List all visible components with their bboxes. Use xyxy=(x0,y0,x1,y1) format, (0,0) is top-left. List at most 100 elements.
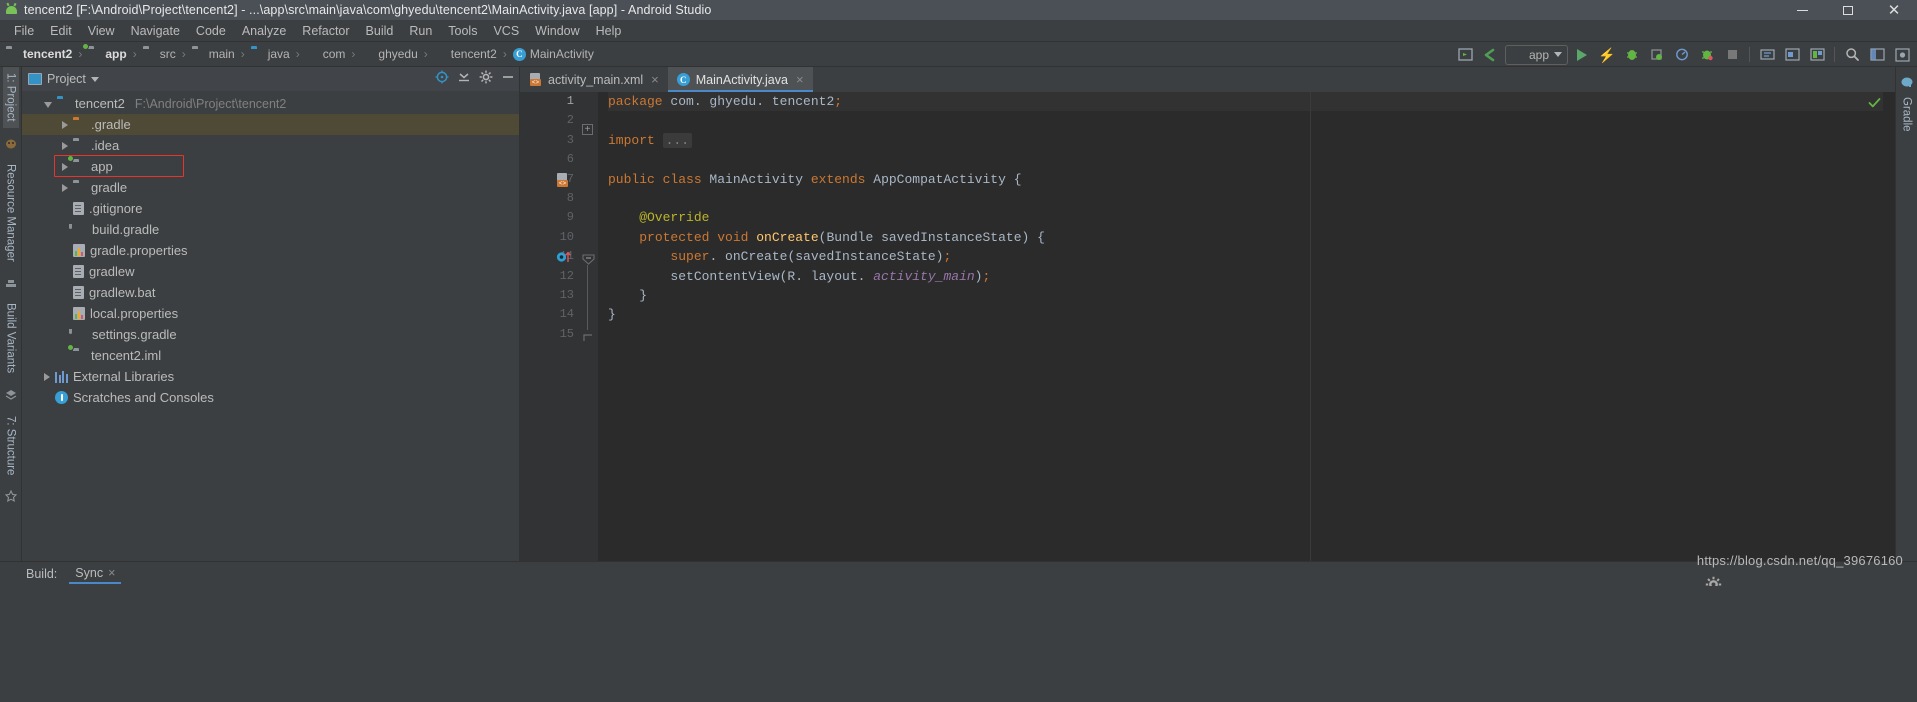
hide-panel-icon[interactable] xyxy=(501,70,515,89)
tree-item-gradle-dir[interactable]: .gradle xyxy=(22,114,519,135)
settings-gear-icon[interactable] xyxy=(479,70,493,89)
menu-vcs[interactable]: VCS xyxy=(485,22,527,40)
maximize-button[interactable] xyxy=(1825,0,1871,20)
menu-navigate[interactable]: Navigate xyxy=(123,22,188,40)
breadcrumb-item-tencent2-pkg[interactable]: tencent2 xyxy=(434,47,497,61)
sync-gradle-icon[interactable] xyxy=(1480,44,1502,65)
check-ok-icon[interactable] xyxy=(1868,97,1881,112)
sidebar-item-structure[interactable]: 7: Structure xyxy=(3,410,19,481)
breadcrumb-item-src[interactable]: src xyxy=(143,47,176,61)
menu-code[interactable]: Code xyxy=(188,22,234,40)
device-file-explorer-icon[interactable] xyxy=(1781,44,1803,65)
fold-collapse-icon[interactable] xyxy=(582,253,595,271)
close-tab-icon[interactable]: × xyxy=(651,72,659,87)
profiler-icon[interactable] xyxy=(1671,44,1693,65)
locate-file-icon[interactable] xyxy=(435,70,449,89)
project-structure-icon[interactable] xyxy=(1866,44,1888,65)
line-number-gutter: 1 2 3 6 7 8 9 10 11 12 13 14 15 <> xyxy=(520,92,580,561)
fold-expand-icon[interactable]: + xyxy=(582,124,593,135)
breadcrumb-item-main[interactable]: main xyxy=(192,47,235,61)
editor-tab-activity-main-xml[interactable]: <> activity_main.xml × xyxy=(520,67,668,92)
chevron-collapsed-icon[interactable] xyxy=(62,183,68,192)
tree-item-label: .gitignore xyxy=(89,201,143,216)
chevron-expanded-icon[interactable] xyxy=(44,101,52,108)
layout-inspector-icon[interactable] xyxy=(1455,44,1477,65)
run-configuration-selector[interactable]: app xyxy=(1504,44,1568,65)
debug-icon[interactable] xyxy=(1621,44,1643,65)
layout-editor-icon[interactable] xyxy=(1806,44,1828,65)
settings-icon[interactable] xyxy=(1891,44,1913,65)
gradle-elephant-icon[interactable] xyxy=(1900,75,1914,89)
tree-item-local-properties[interactable]: local.properties xyxy=(22,303,519,324)
code-editor[interactable]: 1 2 3 6 7 8 9 10 11 12 13 14 15 <> + pac… xyxy=(520,92,1895,561)
properties-icon xyxy=(73,307,85,320)
project-tree[interactable]: tencent2 F:\Android\Project\tencent2 .gr… xyxy=(22,91,519,561)
tree-item-tencent2-root[interactable]: tencent2 F:\Android\Project\tencent2 xyxy=(22,93,519,114)
breadcrumb-item-app[interactable]: app xyxy=(88,47,126,61)
sidebar-item-build-variants[interactable]: Build Variants xyxy=(3,297,19,379)
chevron-collapsed-icon[interactable] xyxy=(44,372,50,381)
editor-vertical-scrollbar[interactable] xyxy=(1868,92,1895,561)
tree-item-tencent2-iml[interactable]: tencent2.iml xyxy=(22,345,519,366)
breadcrumb-item-tencent2[interactable]: tencent2 xyxy=(6,47,72,61)
breadcrumb-item-mainactivity[interactable]: C MainActivity xyxy=(512,47,594,61)
close-tab-icon[interactable]: × xyxy=(796,72,804,87)
xml-layout-icon[interactable]: <> xyxy=(556,173,570,187)
run-icon[interactable] xyxy=(1571,44,1593,65)
minimize-button[interactable] xyxy=(1779,0,1825,20)
chevron-collapsed-icon[interactable] xyxy=(62,120,68,129)
editor-tab-mainactivity-java[interactable]: C MainActivity.java × xyxy=(667,67,813,92)
menu-build[interactable]: Build xyxy=(358,22,402,40)
avd-manager-icon[interactable] xyxy=(1696,44,1718,65)
override-method-icon[interactable] xyxy=(556,250,572,268)
collapse-all-icon[interactable] xyxy=(457,70,471,89)
chevron-collapsed-icon[interactable] xyxy=(62,162,68,171)
menu-tools[interactable]: Tools xyxy=(440,22,485,40)
chevron-down-icon[interactable] xyxy=(90,76,99,82)
menu-window[interactable]: Window xyxy=(527,22,587,40)
sidebar-item-gradle[interactable]: Gradle xyxy=(1899,91,1915,138)
fold-region-end-icon[interactable] xyxy=(583,329,593,347)
tree-item-gitignore[interactable]: .gitignore xyxy=(22,198,519,219)
tree-item-app[interactable]: app xyxy=(22,156,519,177)
menu-run[interactable]: Run xyxy=(401,22,440,40)
search-icon[interactable] xyxy=(1841,44,1863,65)
tree-item-gradle-wrapper[interactable]: gradle xyxy=(22,177,519,198)
tree-item-settings-gradle[interactable]: settings.gradle xyxy=(22,324,519,345)
breadcrumb-label: MainActivity xyxy=(529,47,594,61)
window-title: tencent2 [F:\Android\Project\tencent2] -… xyxy=(24,3,712,17)
tree-item-label: gradle xyxy=(91,180,128,195)
code-folding-gutter[interactable]: + xyxy=(580,92,598,561)
close-tab-icon[interactable]: × xyxy=(108,566,115,580)
breadcrumb-separator: › xyxy=(351,47,356,61)
tree-item-gradle-properties[interactable]: gradle.properties xyxy=(22,240,519,261)
tree-item-gradlew-bat[interactable]: gradlew.bat xyxy=(22,282,519,303)
breadcrumb-item-java[interactable]: java xyxy=(251,47,290,61)
menu-refactor[interactable]: Refactor xyxy=(294,22,357,40)
sdk-manager-icon[interactable] xyxy=(1756,44,1778,65)
tree-item-idea[interactable]: .idea xyxy=(22,135,519,156)
tree-item-gradlew[interactable]: gradlew xyxy=(22,261,519,282)
tree-item-build-gradle[interactable]: build.gradle xyxy=(22,219,519,240)
breadcrumb-item-ghyedu[interactable]: ghyedu xyxy=(361,47,417,61)
tree-item-scratches-and-consoles[interactable]: Scratches and Consoles xyxy=(22,387,519,408)
tree-item-external-libraries[interactable]: External Libraries xyxy=(22,366,519,387)
tree-item-label: app xyxy=(91,159,113,174)
sidebar-item-resource-manager[interactable]: Resource Manager xyxy=(3,158,19,268)
run-config-label: app xyxy=(1528,47,1549,62)
menu-analyze[interactable]: Analyze xyxy=(234,22,294,40)
close-button[interactable]: ✕ xyxy=(1871,0,1917,20)
menu-file[interactable]: File xyxy=(6,22,42,40)
bottom-tab-sync[interactable]: Sync × xyxy=(69,564,122,584)
menu-view[interactable]: View xyxy=(80,22,123,40)
stop-icon[interactable] xyxy=(1721,44,1743,65)
menu-edit[interactable]: Edit xyxy=(42,22,80,40)
apply-changes-icon[interactable]: ⚡ xyxy=(1596,44,1618,65)
chevron-collapsed-icon[interactable] xyxy=(62,141,68,150)
attach-debugger-icon[interactable] xyxy=(1646,44,1668,65)
sidebar-item-project[interactable]: 1: Project xyxy=(2,67,19,128)
breadcrumb-item-com[interactable]: com xyxy=(306,47,346,61)
code-content[interactable]: package com. ghyedu. tencent2; import ..… xyxy=(598,92,1883,561)
menu-help[interactable]: Help xyxy=(588,22,630,40)
editor-tab-label: activity_main.xml xyxy=(548,72,644,87)
